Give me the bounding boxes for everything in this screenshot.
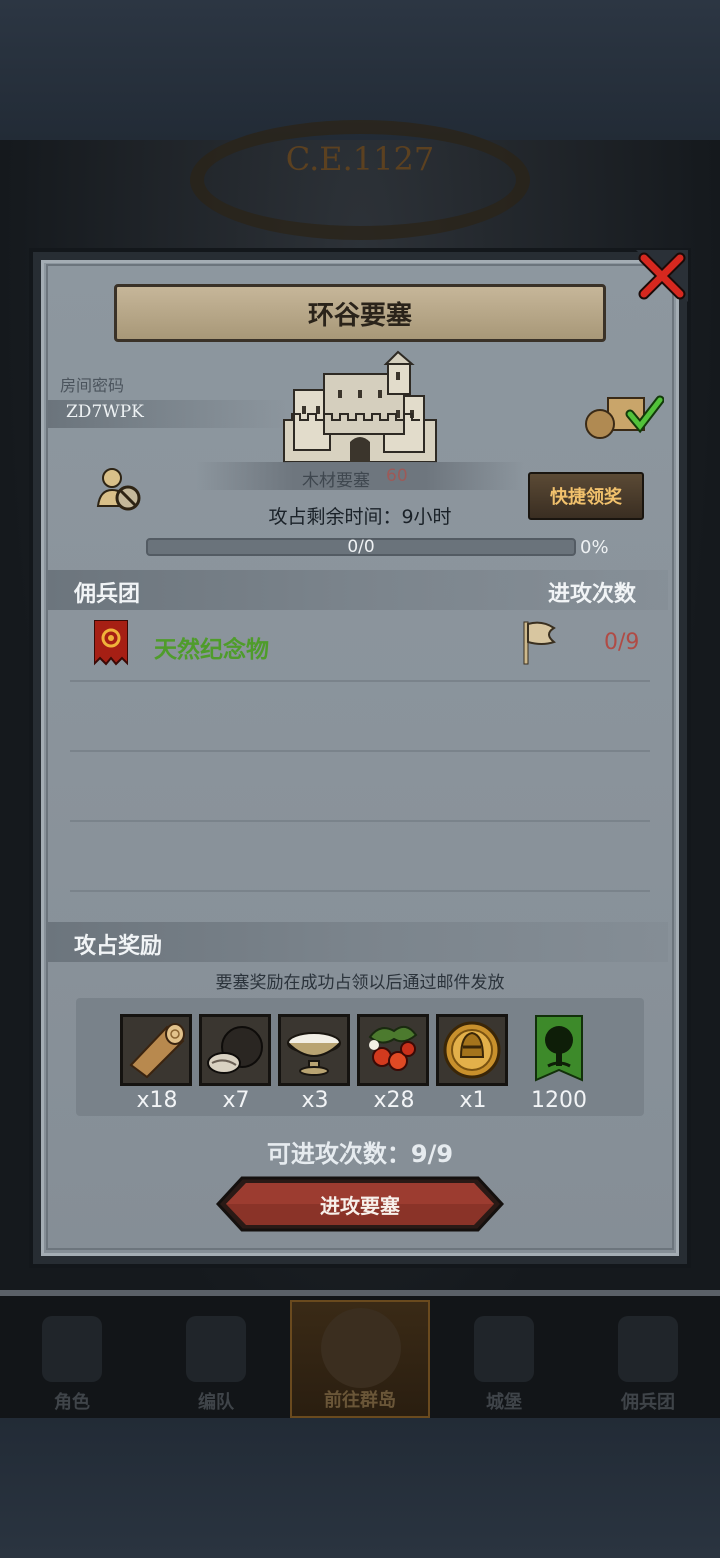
tree-banner-icon <box>535 1015 583 1082</box>
capture-progress-text: 0/0 <box>347 537 375 557</box>
nav-character[interactable]: 角色 <box>2 1300 142 1418</box>
compass-icon <box>321 1308 401 1388</box>
bottom-band <box>0 1418 720 1558</box>
loot-check-icon <box>585 395 665 439</box>
nav-formation-label: 编队 <box>198 1392 234 1413</box>
reward-qty-truffle: x7 <box>222 1088 250 1113</box>
row-divider <box>70 820 650 822</box>
rewards-header: 攻占奖励 <box>74 934 163 959</box>
close-button[interactable] <box>636 250 688 302</box>
reward-qty-cream: x3 <box>301 1088 329 1113</box>
castle-icon <box>474 1316 534 1382</box>
nav-islands-label: 前往群岛 <box>324 1390 396 1411</box>
nav-islands[interactable]: 前往群岛 <box>290 1300 430 1418</box>
attack-flag-icon <box>522 620 557 666</box>
row-divider <box>70 680 650 682</box>
nav-mercenaries[interactable]: 佣兵团 <box>578 1300 718 1418</box>
mercenary-header: 佣兵团 <box>74 582 141 607</box>
guild-attack-count: 0/9 <box>604 630 640 655</box>
nav-formation[interactable]: 编队 <box>146 1300 286 1418</box>
fortress-type: 木材要塞 <box>302 471 370 491</box>
reward-qty-medal: x1 <box>459 1088 487 1113</box>
fortress-number: 60 <box>386 466 408 486</box>
guild-name[interactable]: 天然纪念物 <box>154 630 269 664</box>
reward-slot-berries[interactable] <box>357 1014 429 1086</box>
reward-slot-cream[interactable] <box>278 1014 350 1086</box>
knight-icon <box>42 1316 102 1382</box>
reward-slot-banner[interactable] <box>534 1014 584 1086</box>
reward-slot-medal[interactable] <box>436 1014 508 1086</box>
warrior-icon <box>618 1316 678 1382</box>
attack-fortress-button[interactable]: 进攻要塞 <box>215 1176 505 1232</box>
nav-castle[interactable]: 城堡 <box>434 1300 574 1418</box>
attacks-remaining: 可进攻次数：9/9 <box>266 1140 454 1168</box>
row-divider <box>70 890 650 892</box>
calendar-ring <box>190 120 530 240</box>
truffle-icon <box>202 1017 268 1083</box>
cream-bowl-icon <box>281 1017 347 1083</box>
reward-qty-berries: x28 <box>373 1088 415 1113</box>
room-code[interactable]: ZD7WPK <box>66 402 144 422</box>
capture-time-remaining: 攻占剩余时间：9小时 <box>268 506 452 528</box>
berries-icon <box>360 1017 426 1083</box>
reward-slot-truffle[interactable] <box>199 1014 271 1086</box>
reward-slot-wood[interactable] <box>120 1014 192 1086</box>
row-divider <box>70 750 650 752</box>
reward-qty-wood: x18 <box>136 1088 178 1113</box>
attack-fortress-label: 进攻要塞 <box>320 1193 400 1218</box>
helmet-icon <box>186 1316 246 1382</box>
nav-mercenaries-label: 佣兵团 <box>621 1392 675 1413</box>
rewards-note: 要塞奖励在成功占领以后通过邮件发放 <box>215 973 505 993</box>
dialog-title: 环谷要塞 <box>114 284 606 342</box>
reward-qty-banner: 1200 <box>531 1088 587 1113</box>
fortress-image <box>280 350 440 466</box>
attacks-header: 进攻次数 <box>548 582 637 607</box>
calendar-date: C.E.1127 <box>285 140 435 178</box>
rewards-received-button[interactable] <box>584 388 665 440</box>
fortress-icon <box>283 350 437 463</box>
nav-castle-label: 城堡 <box>486 1392 522 1413</box>
wood-log-icon <box>123 1017 189 1083</box>
top-band <box>0 0 720 140</box>
nav-character-label: 角色 <box>54 1392 90 1413</box>
gold-helmet-medal-icon <box>439 1017 505 1083</box>
close-icon <box>636 250 688 302</box>
guild-emblem-icon <box>93 619 129 668</box>
room-code-label: 房间密码 <box>60 376 125 395</box>
capture-progress-percent: 0% <box>580 537 609 558</box>
